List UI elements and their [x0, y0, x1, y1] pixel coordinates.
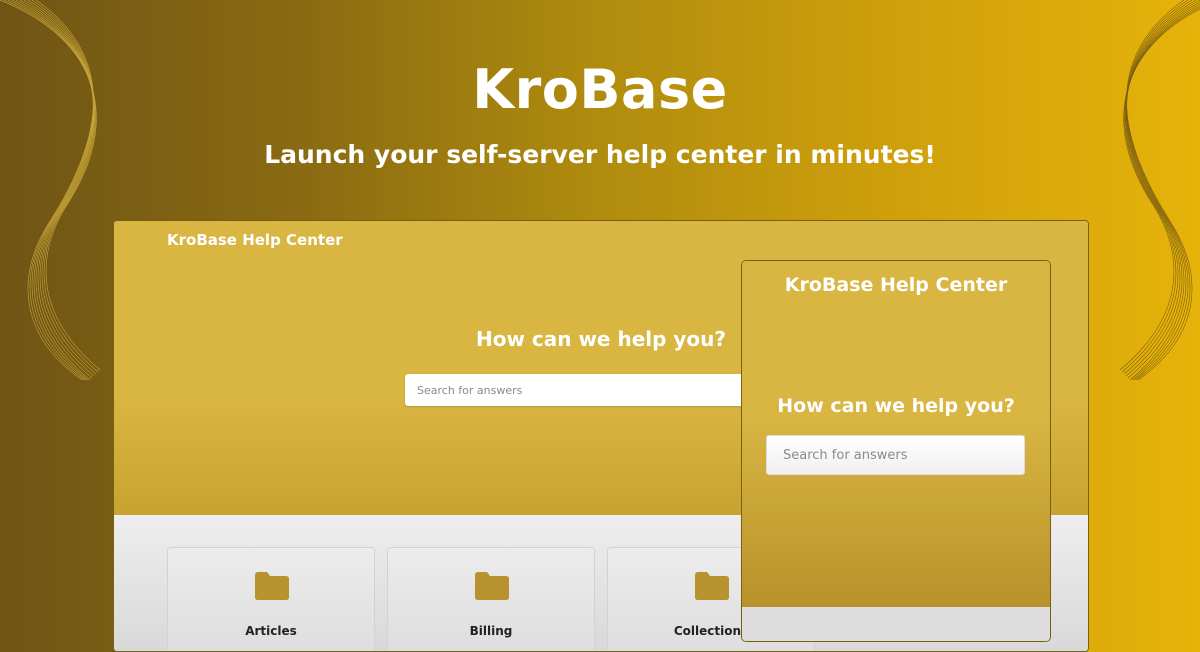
folder-icon: [475, 572, 509, 600]
desktop-heading: How can we help you?: [475, 327, 727, 351]
category-card-billing[interactable]: Billing: [387, 547, 595, 651]
mobile-hero-section: KroBase Help Center How can we help you?: [742, 261, 1050, 607]
wave-decoration-left: [0, 0, 101, 380]
folder-icon: [255, 572, 289, 600]
category-card-articles[interactable]: Articles: [167, 547, 375, 651]
mobile-preview: KroBase Help Center How can we help you?: [741, 260, 1051, 642]
mobile-content-area: [742, 607, 1050, 641]
category-card-label: Billing: [469, 624, 513, 638]
mobile-search-input[interactable]: [766, 435, 1025, 475]
hero-subtitle: Launch your self-server help center in m…: [264, 140, 936, 169]
mobile-brand-link[interactable]: KroBase Help Center: [742, 274, 1050, 296]
desktop-brand-link[interactable]: KroBase Help Center: [167, 231, 343, 249]
wave-decoration-right: [1119, 0, 1200, 380]
folder-icon: [695, 572, 729, 600]
mobile-heading: How can we help you?: [777, 395, 1015, 417]
hero-title: KroBase: [472, 58, 728, 121]
desktop-search-input[interactable]: [405, 374, 785, 406]
category-card-label: Articles: [245, 624, 297, 638]
